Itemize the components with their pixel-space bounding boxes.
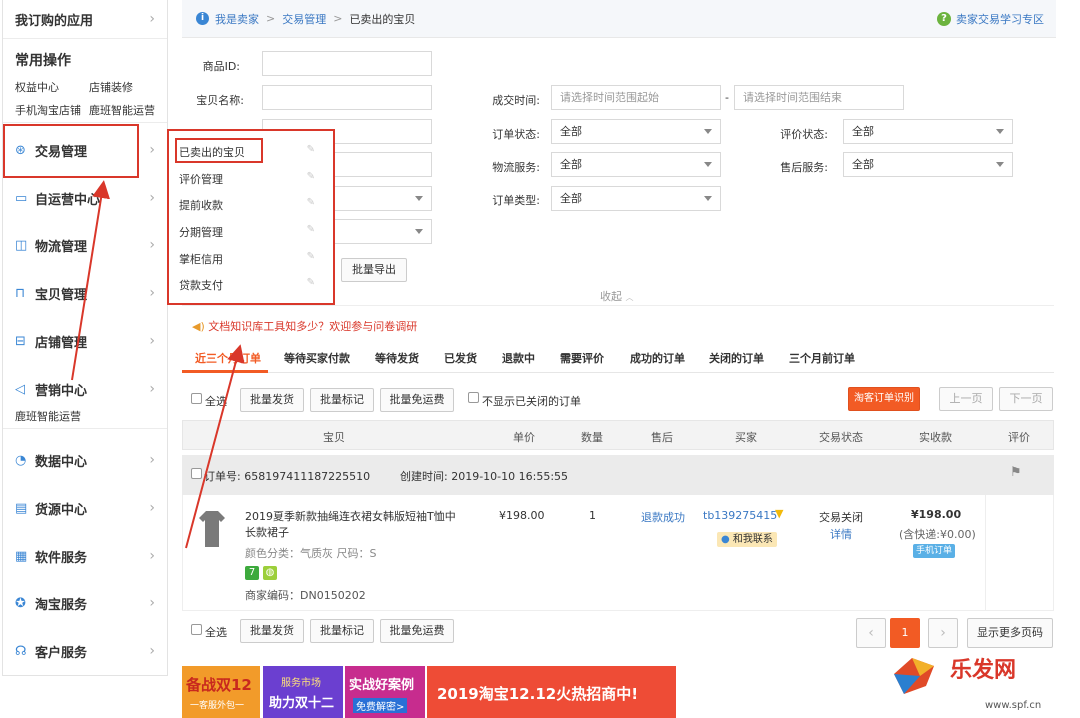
watermark-logo-text: 乐发网 <box>950 657 1017 683</box>
arrow-to-trade <box>71 180 110 381</box>
watermark-logo-icon <box>894 658 934 694</box>
annotation-arrows <box>71 180 245 549</box>
watermark-url: www.spf.cn <box>985 700 1042 711</box>
arrow-to-tabs <box>185 344 245 549</box>
